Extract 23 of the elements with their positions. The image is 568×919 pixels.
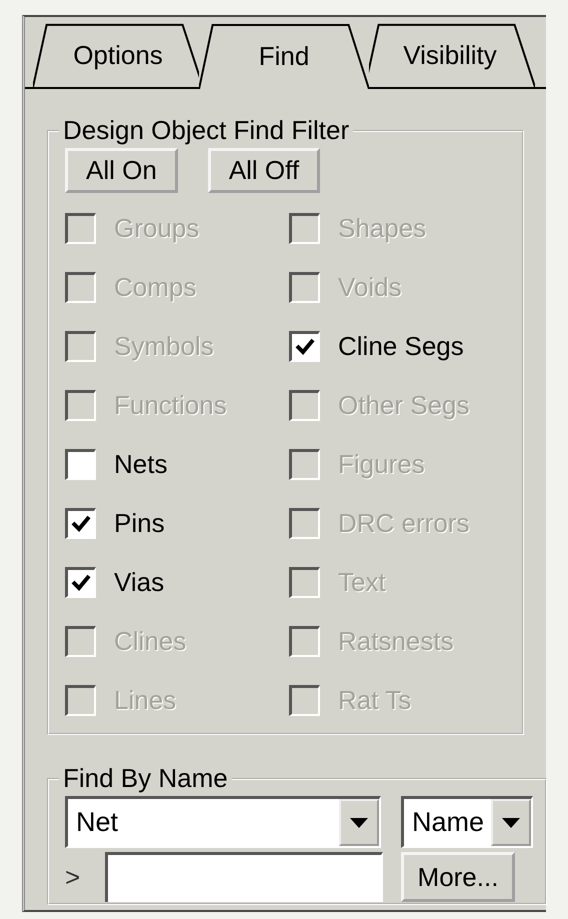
checkbox[interactable]: [289, 331, 320, 362]
checkbox[interactable]: [65, 449, 96, 480]
group-title: Design Object Find Filter: [62, 115, 350, 146]
more-button[interactable]: More...: [401, 852, 515, 902]
name-input-field[interactable]: [105, 852, 383, 902]
check-icon: [71, 574, 91, 592]
dropdown-field[interactable]: Net: [65, 796, 381, 848]
toggle-all-button[interactable]: All Off: [208, 148, 320, 193]
dropdown-arrow-icon: [350, 818, 368, 828]
checkbox-label: Vias: [114, 567, 164, 598]
check-icon: [295, 338, 315, 356]
prompt-symbol: >: [65, 862, 82, 892]
tab[interactable]: Find: [199, 23, 369, 89]
dropdown-field[interactable]: Name: [401, 796, 533, 848]
checkbox-label: Nets: [114, 449, 168, 480]
checkbox[interactable]: [65, 508, 96, 539]
checkbox[interactable]: [65, 567, 96, 598]
group-title: Find By Name: [62, 763, 229, 794]
check-icon: [71, 515, 91, 533]
dropdown-arrow-icon: [502, 818, 520, 828]
toggle-all-button[interactable]: All On: [65, 148, 178, 193]
checkbox-label: Cline Segs: [338, 331, 464, 362]
checkbox-label: Pins: [114, 508, 165, 539]
